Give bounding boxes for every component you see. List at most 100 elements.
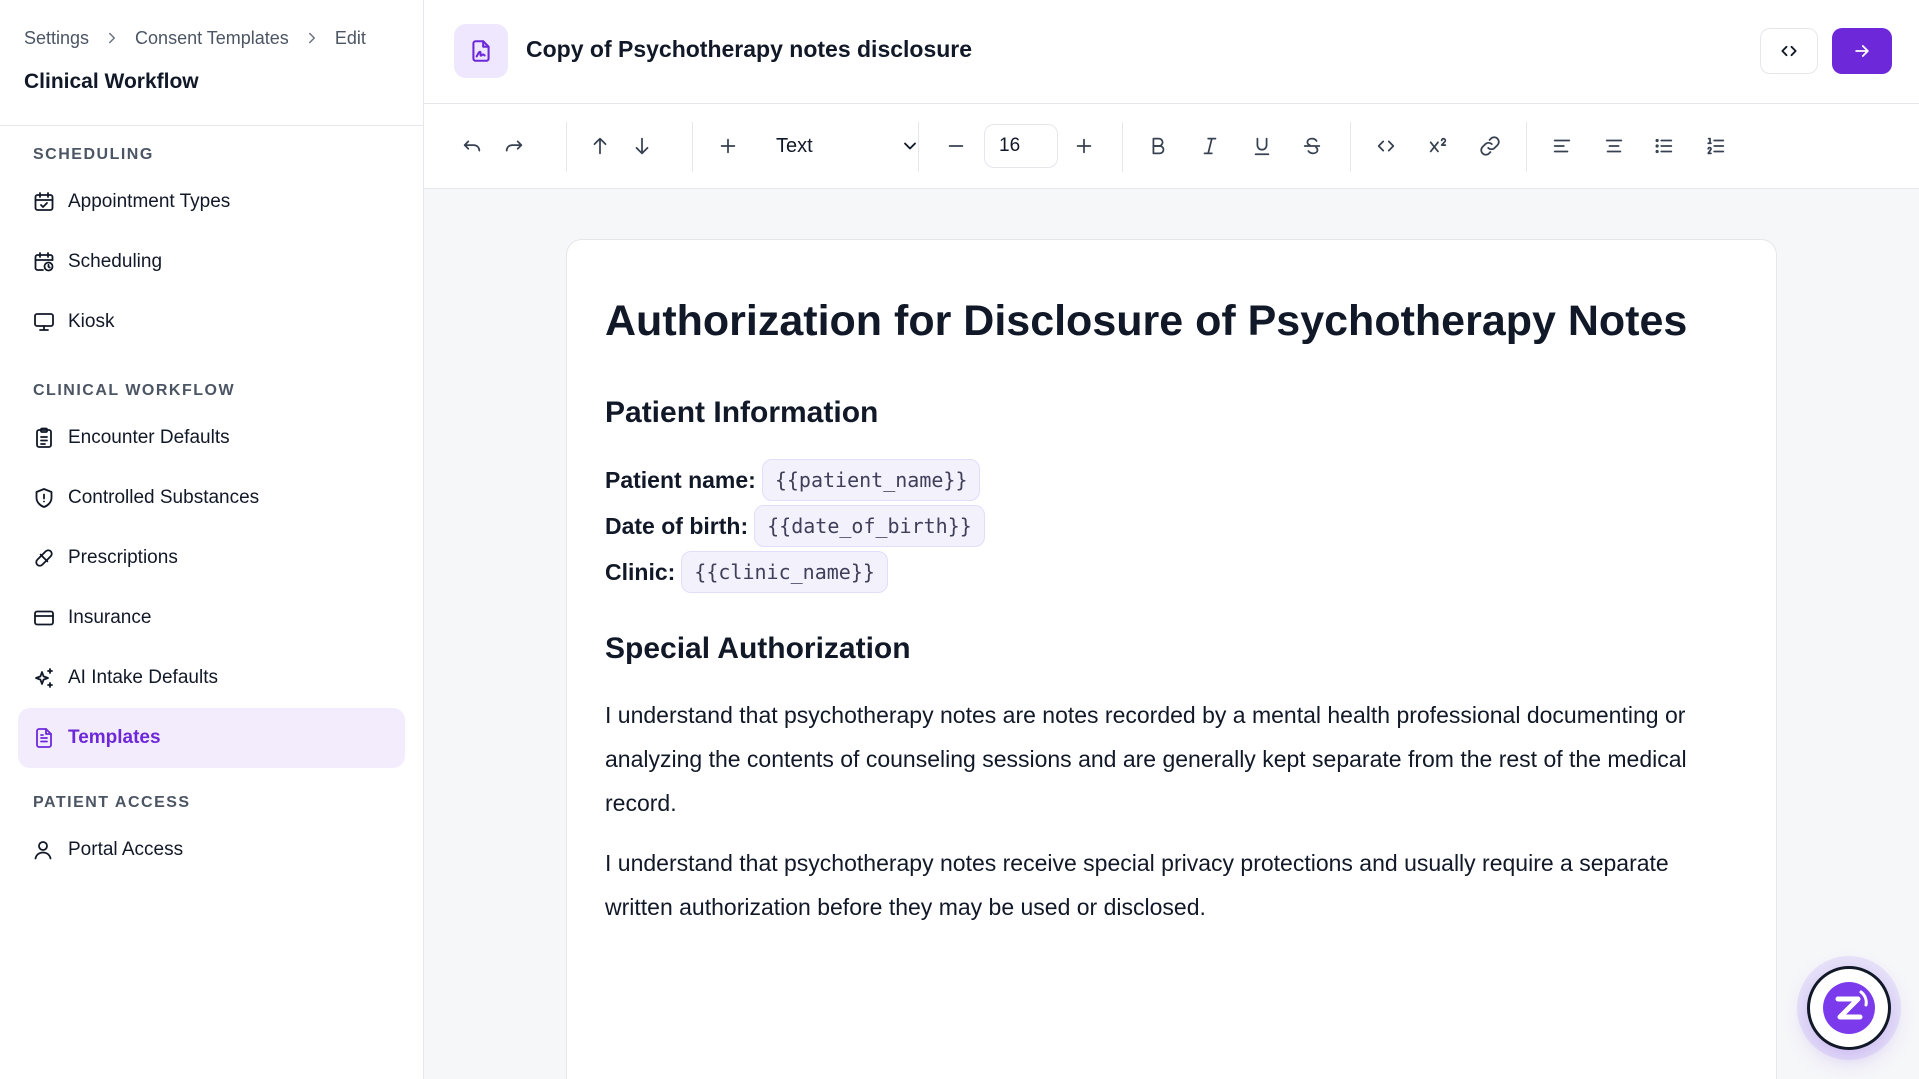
code-icon (1781, 45, 1797, 57)
inline-code-button[interactable] (1368, 128, 1404, 164)
sidebar-item-label: Insurance (68, 607, 152, 628)
sidebar-item-label: Portal Access (68, 839, 184, 860)
align-left-button[interactable] (1544, 128, 1580, 164)
document-paragraph[interactable]: I understand that psychotherapy notes re… (605, 841, 1738, 929)
breadcrumb-edit: Edit (334, 27, 366, 48)
block-type-value: Text (776, 134, 813, 157)
clipboard-icon (36, 427, 52, 448)
move-block-up-button[interactable] (582, 128, 618, 164)
sidebar-item-controlled-substances[interactable]: Controlled Substances (18, 468, 405, 528)
section-label-clinical-workflow: CLINICAL WORKFLOW (33, 382, 236, 399)
align-center-icon (1605, 139, 1623, 153)
view-source-button[interactable] (1760, 28, 1818, 74)
toolbar-divider (918, 122, 919, 172)
underline-icon (1254, 137, 1270, 156)
strikethrough-icon (1303, 137, 1321, 155)
undo-button[interactable] (454, 128, 490, 164)
align-left-icon (1553, 139, 1571, 153)
sidebar-section-clinical-workflow: CLINICAL WORKFLOW Encounter Defaults Con… (0, 382, 423, 768)
sidebar-item-encounter-defaults[interactable]: Encounter Defaults (18, 408, 405, 468)
toolbar-divider (1526, 122, 1527, 172)
credit-card-icon (34, 610, 54, 626)
pill-icon (35, 549, 53, 567)
superscript-button[interactable] (1420, 128, 1456, 164)
italic-icon (1203, 137, 1217, 155)
chevron-right-icon (308, 32, 315, 44)
breadcrumb-consent-templates[interactable]: Consent Templates (135, 28, 289, 49)
template-variable-chip[interactable]: {{clinic_name}} (681, 551, 888, 594)
block-type-select[interactable]: Text (764, 128, 924, 164)
sidebar-item-label: Controlled Substances (68, 487, 260, 508)
monitor-icon (34, 313, 54, 331)
numbered-list-icon (1707, 137, 1725, 155)
field-label: Clinic: (605, 558, 676, 585)
assistant-launcher-button[interactable] (1807, 966, 1891, 1050)
section-label-scheduling: SCHEDULING (33, 146, 154, 163)
template-variable-chip[interactable]: {{patient_name}} (761, 459, 981, 502)
add-block-button[interactable] (710, 128, 746, 164)
undo-icon (463, 140, 481, 152)
underline-button[interactable] (1244, 128, 1280, 164)
bullet-list-button[interactable] (1646, 128, 1682, 164)
template-variable-chip[interactable]: {{date_of_birth}} (754, 505, 985, 548)
font-size-value: 16 (999, 135, 1021, 156)
sidebar-item-appointment-types[interactable]: Appointment Types (18, 172, 405, 232)
sidebar-item-templates[interactable]: Templates (18, 708, 405, 768)
font-size-input[interactable]: 16 (984, 124, 1058, 168)
editor-header: Copy of Psychotherapy notes disclosure (424, 0, 1919, 104)
sidebar-item-label: Templates (68, 727, 161, 748)
arrow-up-icon (593, 137, 607, 155)
redo-button[interactable] (496, 128, 532, 164)
sidebar-item-kiosk[interactable]: Kiosk (18, 292, 405, 352)
sidebar-item-label: Kiosk (68, 311, 115, 332)
sidebar-section-patient-access: PATIENT ACCESS Portal Access (0, 794, 423, 880)
file-text-icon (36, 728, 52, 748)
section-label-patient-access: PATIENT ACCESS (33, 794, 191, 811)
sidebar-item-scheduling[interactable]: Scheduling (18, 232, 405, 292)
link-icon (1480, 136, 1500, 156)
italic-button[interactable] (1192, 128, 1228, 164)
document-page[interactable]: Authorization for Disclosure of Psychoth… (566, 239, 1777, 1079)
minus-icon (948, 145, 964, 147)
sidebar-item-label: Scheduling (68, 251, 163, 272)
plus-icon (1076, 138, 1092, 154)
page-title: Copy of Psychotherapy notes disclosure (526, 36, 973, 62)
sidebar-item-prescriptions[interactable]: Prescriptions (18, 528, 405, 588)
toolbar-divider (692, 122, 693, 172)
section-heading-special-authorization[interactable]: Special Authorization (605, 631, 1738, 667)
code-icon (1377, 140, 1395, 152)
field-line-patient-name[interactable]: Patient name: {{patient_name}} (605, 457, 1738, 503)
redo-icon (505, 140, 523, 152)
document-type-badge (454, 24, 508, 78)
field-line-clinic[interactable]: Clinic: {{clinic_name}} (605, 549, 1738, 595)
sidebar-item-portal-access[interactable]: Portal Access (18, 820, 405, 880)
breadcrumb: Settings Consent Templates Edit (24, 24, 399, 52)
arrow-down-icon (635, 137, 649, 155)
bold-button[interactable] (1140, 128, 1176, 164)
continue-button[interactable] (1832, 28, 1892, 74)
arrow-right-icon (1855, 45, 1869, 57)
link-button[interactable] (1472, 128, 1508, 164)
breadcrumb-settings[interactable]: Settings (24, 28, 89, 49)
strikethrough-button[interactable] (1294, 128, 1330, 164)
field-label: Patient name: (605, 466, 756, 493)
document-paragraph[interactable]: I understand that psychotherapy notes ar… (605, 693, 1738, 825)
sidebar-item-label: Prescriptions (68, 547, 178, 568)
align-center-button[interactable] (1596, 128, 1632, 164)
chevron-right-icon (109, 32, 116, 44)
section-heading-patient-information[interactable]: Patient Information (605, 395, 1738, 431)
sidebar-item-label: Encounter Defaults (68, 427, 230, 448)
field-label: Date of birth: (605, 512, 749, 539)
numbered-list-button[interactable] (1698, 128, 1734, 164)
bullet-list-icon (1655, 138, 1673, 154)
patient-fields: Patient name: {{patient_name}} Date of b… (605, 457, 1738, 595)
sidebar-item-insurance[interactable]: Insurance (18, 588, 405, 648)
file-signature-icon (472, 40, 490, 62)
decrease-font-size-button[interactable] (938, 128, 974, 164)
move-block-down-button[interactable] (624, 128, 660, 164)
increase-font-size-button[interactable] (1066, 128, 1102, 164)
field-line-date-of-birth[interactable]: Date of birth: {{date_of_birth}} (605, 503, 1738, 549)
shield-icon (35, 488, 53, 508)
document-title[interactable]: Authorization for Disclosure of Psychoth… (605, 297, 1738, 345)
sidebar-item-ai-intake-defaults[interactable]: AI Intake Defaults (18, 648, 405, 708)
